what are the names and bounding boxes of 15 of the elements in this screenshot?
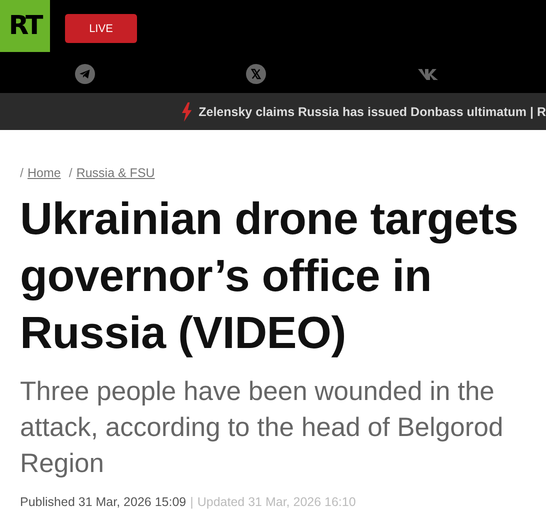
meta-separator: | <box>190 495 194 509</box>
published-date: Published 31 Mar, 2026 15:09 <box>20 495 186 509</box>
breadcrumb-link[interactable]: Russia & FSU <box>76 166 155 180</box>
updated-date: Updated 31 Mar, 2026 16:10 <box>197 495 356 509</box>
breadcrumb-link[interactable]: Home <box>27 166 61 180</box>
article-title: Ukrainian drone targets governor’s office in Russia (VIDEO) <box>20 192 520 360</box>
lightning-icon <box>181 102 193 122</box>
x-logo-icon[interactable] <box>246 64 266 84</box>
telegram-icon[interactable] <box>75 64 95 84</box>
logo[interactable]: RT <box>0 0 50 52</box>
live-button[interactable]: LIVE <box>65 14 137 43</box>
breadcrumb-separator: / <box>20 166 24 180</box>
vk-logo-icon[interactable] <box>416 67 438 81</box>
breadcrumb-separator: / <box>68 166 72 180</box>
article-summary: Three people have been wounded in the attack, according to the head of Belgorod Region <box>20 375 504 480</box>
